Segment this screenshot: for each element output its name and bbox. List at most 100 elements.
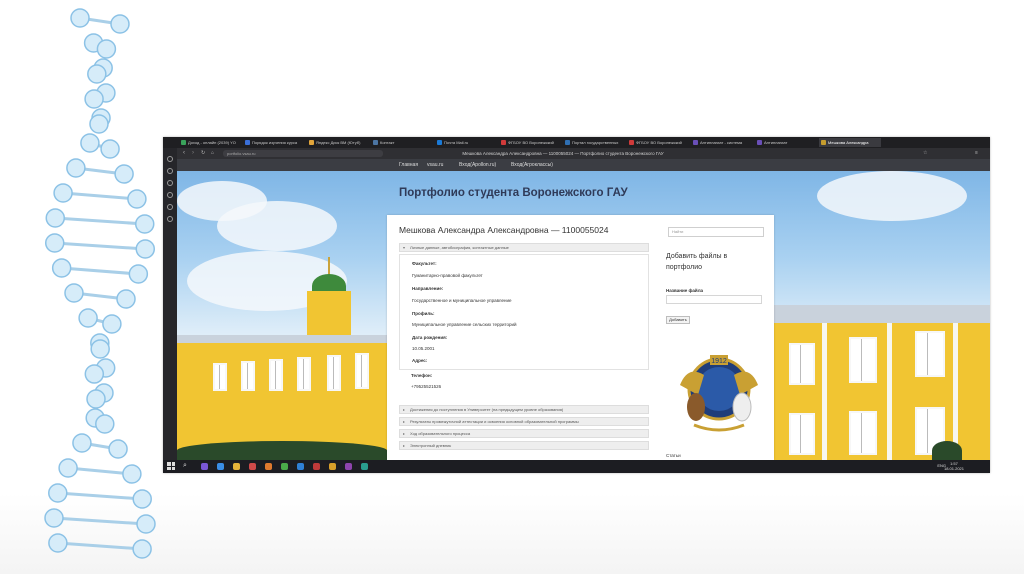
chevron-right-icon: ▸ — [403, 407, 406, 412]
browser-tab[interactable]: Контакт — [371, 138, 433, 147]
taskbar-app-icon[interactable] — [201, 463, 208, 470]
dna-node — [84, 89, 104, 109]
dna-node — [66, 158, 86, 178]
dna-node — [90, 339, 110, 359]
taskbar-app-icon[interactable] — [329, 463, 336, 470]
university-emblem: 1912 — [680, 355, 758, 432]
tab-favicon-icon — [821, 140, 826, 145]
browser-tab[interactable]: ФГБОУ ВО Воронежский — [627, 138, 689, 147]
taskbar-app-icon[interactable] — [249, 463, 256, 470]
reload-icon[interactable]: ↻ — [201, 150, 205, 157]
dna-node — [135, 239, 156, 259]
taskbar-app-icon[interactable] — [345, 463, 352, 470]
field-value: Государственное и муниципальное управлен… — [412, 298, 512, 303]
sidebar-home-icon[interactable] — [167, 156, 173, 162]
dna-node — [48, 483, 68, 503]
dna-decoration — [44, 8, 156, 559]
trees — [177, 441, 387, 460]
accordion-results[interactable]: ▸ Результаты промежуточной аттестации и … — [399, 417, 649, 426]
search-input[interactable]: Найти — [668, 227, 764, 237]
windows-start-icon[interactable] — [167, 462, 175, 470]
dna-node — [89, 114, 109, 134]
field-value: Гуманитарно-правовой факультет — [412, 273, 483, 278]
star-icon[interactable]: ☆ — [923, 150, 927, 157]
sidebar-bookmark-icon[interactable] — [167, 180, 173, 186]
field-label: Дата рождения: — [412, 335, 448, 340]
taskbar-app-icon[interactable] — [217, 463, 224, 470]
taskbar-clock[interactable]: 1:57 18.01.2021 — [944, 461, 964, 471]
sidebar-settings-icon[interactable] — [167, 216, 173, 222]
dna-node — [58, 458, 78, 478]
taskbar-app-icon[interactable] — [313, 463, 320, 470]
tab-favicon-icon — [565, 140, 570, 145]
accordion-diary[interactable]: ▸ Электронный дневник — [399, 441, 649, 450]
taskbar-app-icon[interactable] — [233, 463, 240, 470]
dna-node — [114, 164, 134, 184]
dna-rung — [61, 266, 139, 276]
home-icon[interactable]: ⌂ — [211, 150, 214, 157]
menu-icon[interactable]: ≡ — [975, 150, 978, 157]
field-label: Направление: — [412, 286, 444, 291]
page-title-bar: Мешкова Александра Александровна — 11000… — [462, 151, 664, 156]
nav-link-agroclass[interactable]: Вход(Агроклассы) — [511, 159, 553, 171]
tab-label: Контакт — [380, 140, 395, 145]
file-name-label: Название файла — [666, 288, 704, 293]
taskbar-app-icon[interactable] — [281, 463, 288, 470]
accordion-label: Достижения до поступления в Университет … — [410, 407, 564, 412]
cloud — [217, 201, 337, 251]
forward-icon[interactable]: › — [192, 150, 194, 157]
field-label: Телефон: — [411, 373, 433, 378]
window — [355, 353, 369, 389]
accordion-label: Личные данные, автобиография, контактные… — [410, 245, 509, 250]
file-name-field[interactable] — [666, 295, 762, 304]
tab-label: ФГБОУ ВО Воронежский — [636, 140, 682, 145]
dna-node — [86, 389, 106, 409]
browser-tab[interactable]: Портал государственных — [563, 138, 625, 147]
window — [789, 343, 815, 385]
tab-favicon-icon — [629, 140, 634, 145]
cloud — [817, 171, 967, 221]
tab-label: ФГБОУ ВО Воронежский — [508, 140, 554, 145]
sidebar-play-icon[interactable] — [167, 204, 173, 210]
tab-label: Антиплагиат — [764, 140, 788, 145]
sidebar-clock-icon[interactable] — [167, 168, 173, 174]
browser-tab[interactable]: Антиплагиат — [755, 138, 817, 147]
sidebar: Найти Добавить файлы в портфолио Названи… — [662, 215, 774, 460]
back-icon[interactable]: ‹ — [183, 150, 185, 157]
accordion-label: Ход образовательного процесса — [410, 431, 471, 436]
tab-favicon-icon — [693, 140, 698, 145]
window — [269, 359, 283, 391]
dna-node — [95, 414, 115, 434]
accordion-progress[interactable]: ▸ Ход образовательного процесса — [399, 429, 649, 438]
accordion-personal-data[interactable]: ▾ Личные данные, автобиография, контактн… — [399, 243, 649, 252]
browser-tab[interactable]: Доход - онлайн (2039) YO — [179, 138, 241, 147]
tab-favicon-icon — [309, 140, 314, 145]
nav-link-vsau[interactable]: vsau.ru — [427, 159, 443, 171]
sidebar-download-icon[interactable] — [167, 192, 173, 198]
dna-rung — [54, 241, 146, 251]
chevron-right-icon: ▸ — [403, 431, 406, 436]
dna-node — [64, 283, 84, 303]
search-icon[interactable]: ⌕ — [183, 461, 187, 471]
taskbar-app-icon[interactable] — [265, 463, 272, 470]
browser-tab[interactable]: Мешкова Александра — [819, 138, 881, 147]
trees — [932, 441, 962, 460]
browser-tab[interactable]: ФГБОУ ВО Воронежский — [499, 138, 561, 147]
add-file-button[interactable]: Добавить — [666, 316, 690, 324]
browser-tab[interactable]: Порядок изучения курса — [243, 138, 305, 147]
emblem-year: 1912 — [711, 358, 727, 365]
url-input[interactable]: portfolio.vsau.ru — [223, 150, 383, 157]
dna-node — [44, 233, 65, 253]
taskbar-app-icon[interactable] — [361, 463, 368, 470]
window — [849, 411, 877, 455]
taskbar-app-icon[interactable] — [297, 463, 304, 470]
browser-tab[interactable]: Почта Mail.ru — [435, 138, 497, 147]
tab-label: Портал государственных — [572, 140, 619, 145]
accordion-achievements[interactable]: ▸ Достижения до поступления в Университе… — [399, 405, 649, 414]
nav-link-home[interactable]: Главная — [399, 159, 418, 171]
browser-tab[interactable]: Яндекс Диск ВМ (Ютуб) — [307, 138, 369, 147]
browser-tab[interactable]: Антиплагиат - система — [691, 138, 753, 147]
window — [213, 363, 227, 391]
nav-link-apollon[interactable]: Вход(Apollon.ru) — [459, 159, 496, 171]
site-title: Портфолио студента Воронежского ГАУ — [399, 187, 628, 199]
